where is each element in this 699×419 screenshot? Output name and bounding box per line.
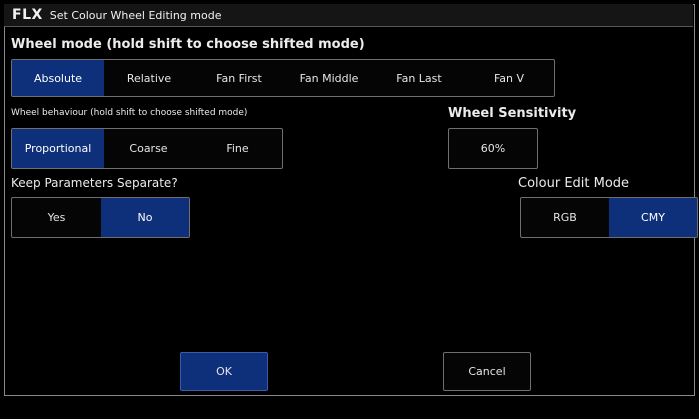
colour-edit-mode-cmy-button[interactable]: CMY (609, 198, 697, 237)
wheel-mode-fan-last-button[interactable]: Fan Last (374, 60, 464, 96)
flx-logo: FLX (12, 7, 43, 23)
wheel-mode-fan-v-button[interactable]: Fan V (464, 60, 554, 96)
wheel-behaviour-heading: Wheel behaviour (hold shift to choose sh… (11, 108, 248, 118)
wheel-mode-absolute-button[interactable]: Absolute (12, 60, 104, 96)
keep-parameters-yes-button[interactable]: Yes (12, 198, 101, 237)
colour-edit-mode-rgb-button[interactable]: RGB (521, 198, 609, 237)
dialog-title: Set Colour Wheel Editing mode (49, 8, 222, 22)
wheel-mode-group: Absolute Relative Fan First Fan Middle F… (11, 59, 555, 97)
title-bar: FLX Set Colour Wheel Editing mode (4, 4, 693, 27)
colour-edit-mode-group: RGB CMY (520, 197, 698, 238)
wheel-sensitivity-button[interactable]: 60% (448, 128, 538, 169)
keep-parameters-heading: Keep Parameters Separate? (11, 176, 178, 190)
wheel-mode-heading: Wheel mode (hold shift to choose shifted… (11, 37, 365, 52)
wheel-behaviour-proportional-button[interactable]: Proportional (12, 129, 104, 168)
wheel-mode-fan-middle-button[interactable]: Fan Middle (284, 60, 374, 96)
bottom-strip (0, 396, 699, 419)
wheel-sensitivity-heading: Wheel Sensitivity (448, 106, 577, 121)
colour-edit-mode-heading: Colour Edit Mode (518, 176, 630, 191)
wheel-mode-fan-first-button[interactable]: Fan First (194, 60, 284, 96)
keep-parameters-no-button[interactable]: No (101, 198, 189, 237)
wheel-behaviour-group: Proportional Coarse Fine (11, 128, 283, 169)
cancel-button[interactable]: Cancel (443, 352, 531, 391)
wheel-behaviour-fine-button[interactable]: Fine (193, 129, 282, 168)
wheel-behaviour-coarse-button[interactable]: Coarse (104, 129, 193, 168)
wheel-mode-relative-button[interactable]: Relative (104, 60, 194, 96)
keep-parameters-group: Yes No (11, 197, 190, 238)
ok-button[interactable]: OK (180, 352, 268, 391)
